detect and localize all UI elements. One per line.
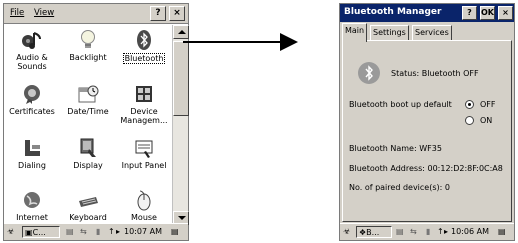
close-button[interactable]: × bbox=[169, 6, 185, 21]
cp-item-label: Display bbox=[73, 161, 103, 170]
close-button[interactable]: × bbox=[498, 6, 513, 20]
cp-item-label: Input Panel bbox=[121, 161, 167, 170]
chevron-up-icon bbox=[178, 30, 186, 34]
sync-icon[interactable]: ⇆ bbox=[80, 226, 87, 238]
display-icon bbox=[80, 138, 96, 157]
backlight-icon bbox=[81, 30, 95, 48]
network-icon[interactable]: ▤ bbox=[396, 226, 404, 238]
taskbar: ☣ ▣C... ▤ ⇆ ▮ ↑ ▸ 10:07 AM ▤ bbox=[4, 223, 188, 240]
date-time-icon bbox=[78, 85, 99, 103]
main-tab-panel: Status: Bluetooth OFF Bluetooth boot up … bbox=[342, 40, 512, 222]
cp-item-label: Device Managem... bbox=[120, 107, 168, 125]
cp-item-date-time[interactable]: Date/Time bbox=[60, 83, 116, 116]
tab-settings[interactable]: Settings bbox=[370, 25, 409, 41]
cp-item-label: Keyboard bbox=[69, 213, 107, 222]
cp-item-display[interactable]: Display bbox=[60, 137, 116, 170]
menu-bar: File View ? × bbox=[4, 4, 188, 24]
cp-item-label: Backlight bbox=[69, 53, 107, 62]
status-text: Status: Bluetooth OFF bbox=[391, 69, 479, 78]
menu-file[interactable]: File bbox=[10, 8, 24, 18]
menu-view-label: View bbox=[34, 8, 55, 18]
cp-item-label: Internet bbox=[16, 213, 48, 222]
taskbar-clock[interactable]: 10:07 AM bbox=[124, 226, 162, 238]
bluetooth-status-icon bbox=[358, 62, 380, 84]
keyboard-icon bbox=[79, 197, 98, 207]
cp-item-device-management[interactable]: Device Managem... bbox=[116, 83, 172, 125]
tab-main[interactable]: Main bbox=[342, 23, 368, 42]
ok-button[interactable]: OK bbox=[480, 6, 495, 20]
cp-item-label: Certificates bbox=[9, 107, 55, 116]
bluetooth-name: Bluetooth Name: WF35 bbox=[349, 144, 442, 153]
help-button[interactable]: ? bbox=[462, 6, 477, 20]
cp-item-label: Bluetooth bbox=[122, 53, 166, 64]
expand-icon[interactable]: ▸ bbox=[444, 226, 448, 238]
audio-sounds-icon bbox=[22, 32, 41, 49]
scroll-thumb[interactable] bbox=[173, 41, 189, 116]
cp-item-bluetooth[interactable]: Bluetooth bbox=[116, 29, 172, 64]
vertical-scrollbar[interactable] bbox=[172, 25, 189, 225]
cp-item-dialing[interactable]: Dialing bbox=[4, 137, 60, 170]
scroll-up-button[interactable] bbox=[173, 25, 189, 39]
network-icon[interactable]: ▤ bbox=[66, 226, 74, 238]
desktop-icon[interactable]: ▤ bbox=[171, 226, 179, 238]
control-panel-items: Audio & Sounds Backlight Bluetooth Certi… bbox=[4, 25, 172, 225]
start-icon[interactable]: ☣ bbox=[343, 226, 350, 238]
dialing-icon bbox=[25, 140, 40, 156]
radio-on[interactable] bbox=[465, 116, 474, 125]
bluetooth-address: Bluetooth Address: 00:12:D2:8F:0C:A8 bbox=[349, 164, 503, 173]
internet-icon bbox=[24, 192, 40, 208]
cp-item-audio-sounds[interactable]: Audio & Sounds bbox=[4, 29, 60, 71]
input-panel-icon bbox=[135, 140, 153, 158]
title-bar: Bluetooth Manager ? OK × bbox=[340, 4, 514, 22]
boot-default-label: Bluetooth boot up default bbox=[349, 100, 452, 109]
radio-off[interactable] bbox=[465, 100, 474, 109]
bluetooth-icon bbox=[137, 30, 151, 50]
cp-item-internet[interactable]: Internet bbox=[4, 189, 60, 222]
cp-item-input-panel[interactable]: Input Panel bbox=[116, 137, 172, 170]
start-icon[interactable]: ☣ bbox=[7, 226, 14, 238]
cp-item-backlight[interactable]: Backlight bbox=[60, 29, 116, 62]
taskbar-task-button[interactable]: ❖B... bbox=[356, 226, 392, 238]
cp-item-label: Mouse bbox=[131, 213, 157, 222]
taskbar-task-label: C... bbox=[32, 228, 46, 237]
cp-item-label: Dialing bbox=[18, 161, 46, 170]
window-title: Bluetooth Manager bbox=[344, 7, 442, 17]
menu-file-label: File bbox=[10, 8, 25, 18]
cp-item-mouse[interactable]: Mouse bbox=[116, 189, 172, 222]
device-management-icon bbox=[136, 86, 152, 102]
taskbar-task-button[interactable]: ▣C... bbox=[22, 226, 60, 238]
desktop-icon[interactable]: ▤ bbox=[498, 226, 506, 238]
bluetooth-manager-window: Bluetooth Manager ? OK × Main Settings S… bbox=[339, 3, 515, 241]
signal-icon[interactable]: ↑ bbox=[108, 226, 115, 238]
radio-on-label: ON bbox=[480, 116, 493, 125]
battery-icon[interactable]: ▮ bbox=[426, 226, 430, 238]
taskbar-task-label: B... bbox=[366, 228, 380, 237]
menu-view[interactable]: View bbox=[34, 8, 54, 18]
taskbar: ☣ ❖B... ▤ ⇆ ▮ ↑ ▸ 10:06 AM ▤ bbox=[340, 223, 514, 240]
control-panel-window: File View ? × Audio & Sounds Backlight B… bbox=[3, 3, 189, 241]
cp-item-certificates[interactable]: Certificates bbox=[4, 83, 60, 116]
cp-item-label: Audio & Sounds bbox=[16, 53, 48, 71]
arrow-head-icon bbox=[280, 33, 298, 51]
tab-services[interactable]: Services bbox=[412, 25, 452, 41]
mouse-icon bbox=[137, 190, 151, 211]
arrow-line bbox=[183, 41, 281, 43]
expand-icon[interactable]: ▸ bbox=[116, 226, 120, 238]
radio-off-label: OFF bbox=[480, 100, 496, 109]
sync-icon[interactable]: ⇆ bbox=[410, 226, 417, 238]
battery-icon[interactable]: ▮ bbox=[96, 226, 100, 238]
taskbar-clock[interactable]: 10:06 AM bbox=[451, 226, 489, 238]
signal-icon[interactable]: ↑ bbox=[437, 226, 444, 238]
cp-item-label: Date/Time bbox=[67, 107, 109, 116]
help-button[interactable]: ? bbox=[150, 6, 166, 21]
chevron-down-icon bbox=[178, 216, 186, 220]
certificates-icon bbox=[24, 85, 40, 104]
cp-item-keyboard[interactable]: Keyboard bbox=[60, 189, 116, 222]
paired-devices-count: No. of paired device(s): 0 bbox=[349, 183, 450, 192]
